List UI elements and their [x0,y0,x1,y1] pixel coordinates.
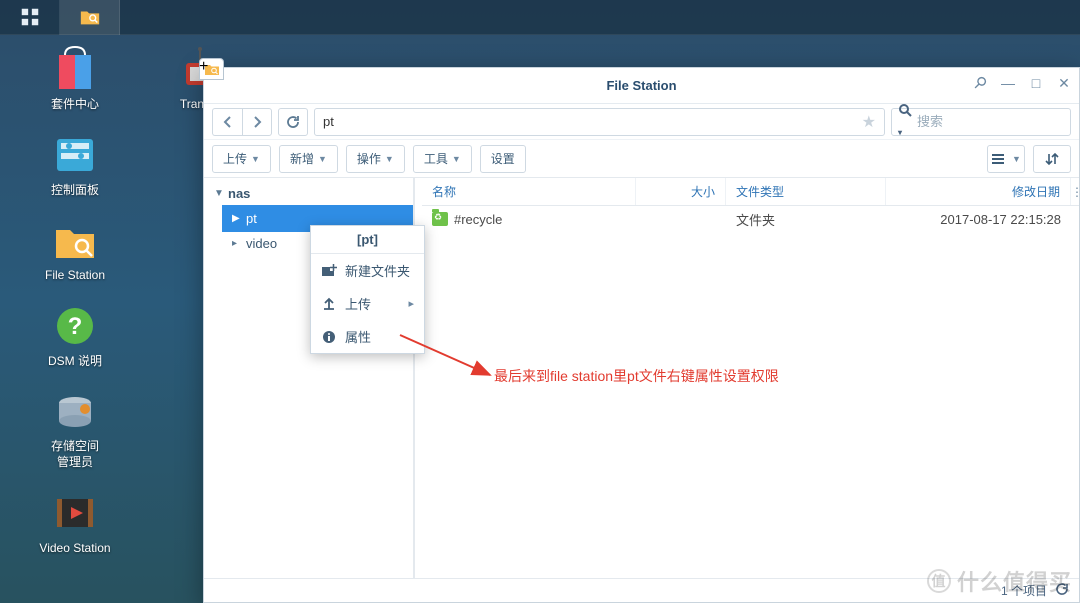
video-station[interactable]: Video Station [30,489,120,557]
tree-node-label: video [246,236,277,251]
pin-button[interactable]: ⚲ [967,70,992,95]
context-menu-properties[interactable]: 属性 [311,320,424,353]
minimize-button[interactable]: — [999,74,1017,92]
package-center-label: 套件中心 [30,97,120,113]
action-toolbar: 上传▼ 新增▼ 操作▼ 工具▼ 设置 ▼ [204,140,1079,178]
video-station-label: Video Station [30,541,120,557]
context-menu-label: 上传 [345,294,371,313]
list-header: 名称 大小 文件类型 修改日期 ⋮ [422,178,1079,206]
dsm-help[interactable]: ? DSM 说明 [30,302,120,370]
disclosure-right-icon: ▸ [232,238,242,249]
context-menu-new-folder[interactable]: 新建文件夹 [311,254,424,287]
file-station-taskbar[interactable] [60,0,120,35]
context-menu-title: [pt] [311,226,424,254]
context-menu-label: 新建文件夹 [345,261,410,280]
chevron-left-icon [222,116,234,128]
path-field[interactable]: ★ [314,108,885,136]
header-type[interactable]: 文件类型 [726,178,886,205]
main-menu-button[interactable] [0,0,60,35]
storage-manager[interactable]: 存储空间 管理员 [30,387,120,470]
navigation-toolbar: ★ ▾ [204,104,1079,140]
file-station-desktop[interactable]: File Station [30,216,120,284]
search-icon: ▾ [898,103,912,140]
svg-text:?: ? [68,313,83,340]
action-button[interactable]: 操作▼ [346,145,405,173]
sliders-icon [51,131,99,179]
tree-node-label: pt [246,211,257,226]
column-menu-icon[interactable]: ⋮ [1071,185,1079,199]
file-station-label: File Station [30,268,120,284]
reload-button[interactable] [278,108,308,136]
new-folder-icon [321,263,337,279]
info-icon [321,329,337,345]
context-menu-upload[interactable]: 上传 [311,287,424,320]
window-titlebar: File Station ⚲ — □ ✕ [204,68,1079,104]
header-size[interactable]: 大小 [636,178,726,205]
taskbar [0,0,1080,35]
list-icon [991,153,1005,165]
help-icon: ? [51,302,99,350]
search-input[interactable] [917,114,1080,129]
sort-icon [1045,152,1059,166]
file-date: 2017-08-17 22:15:28 [886,212,1071,227]
context-menu: [pt] 新建文件夹 上传 属性 [310,225,425,354]
back-button[interactable] [212,108,242,136]
table-row[interactable]: #recycle 文件夹 2017-08-17 22:15:28 [422,206,1079,232]
annotation-text: 最后来到file station里pt文件右键属性设置权限 [494,366,779,386]
tools-button[interactable]: 工具▼ [413,145,472,173]
reload-icon [286,115,300,129]
chevron-right-icon [251,116,263,128]
file-type: 文件夹 [726,210,886,229]
header-date[interactable]: 修改日期 [886,178,1071,205]
context-menu-label: 属性 [345,327,371,346]
close-button[interactable]: ✕ [1055,74,1073,92]
search-box[interactable]: ▾ [891,108,1071,136]
window-title: File Station [606,78,676,93]
watermark: 值 什么值得买 [927,565,1072,597]
package-center[interactable]: 套件中心 [30,45,120,113]
upload-button[interactable]: 上传▼ [212,145,271,173]
file-name: #recycle [454,212,502,227]
upload-icon [321,296,337,312]
grid-icon [19,6,41,28]
desktop-column-1: 套件中心 控制面板 File Station ? DSM 说明 存储空间 管理员… [30,45,150,574]
header-name[interactable]: 名称 [422,178,636,205]
recycle-folder-icon [432,212,448,226]
dsm-help-label: DSM 说明 [30,354,120,370]
tree-root-label: nas [228,186,250,201]
tree-root-nas[interactable]: ▼ nas [204,182,413,205]
watermark-icon: 值 [927,569,951,593]
forward-button[interactable] [242,108,272,136]
maximize-button[interactable]: □ [1027,74,1045,92]
control-panel[interactable]: 控制面板 [30,131,120,199]
sort-button[interactable] [1033,145,1071,173]
settings-button[interactable]: 设置 [480,145,526,173]
path-input[interactable] [323,114,858,129]
storage-manager-label: 存储空间 管理员 [30,439,120,470]
favorite-star-icon[interactable]: ★ [862,112,876,132]
folder-search-icon [79,6,101,28]
disclosure-right-icon: ▶ [232,213,242,224]
disclosure-down-icon: ▼ [214,188,224,199]
disks-icon [51,387,99,435]
list-view-button[interactable]: ▼ [987,145,1025,173]
control-panel-label: 控制面板 [30,183,120,199]
shopping-bag-icon [51,45,99,93]
folder-search-icon [51,216,99,264]
watermark-text: 什么值得买 [957,565,1072,597]
video-icon [51,489,99,537]
create-button[interactable]: 新增▼ [279,145,338,173]
